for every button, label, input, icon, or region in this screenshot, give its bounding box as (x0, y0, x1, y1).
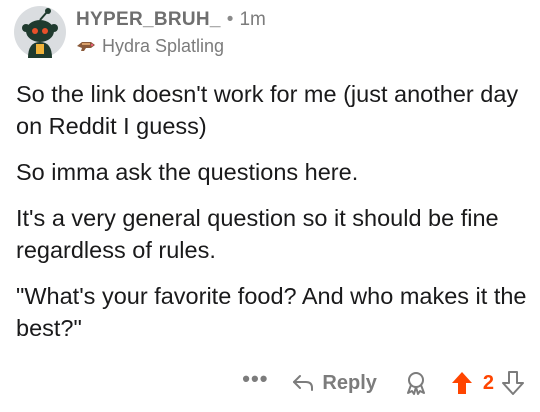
flair-text: Hydra Splatling (102, 36, 225, 56)
comment: HYPER_BRUH_ • 1m Hydra Splatling So the … (0, 0, 540, 412)
user-line: HYPER_BRUH_ • 1m (76, 8, 530, 32)
downvote-icon[interactable] (502, 371, 524, 395)
award-icon (406, 372, 425, 395)
comment-body: So the link doesn't work for me (just an… (16, 78, 530, 358)
more-options-button[interactable]: ••• (242, 368, 268, 397)
comment-actions: ••• Reply 2 (242, 368, 524, 398)
hydra-splatling-icon (77, 42, 95, 51)
comment-paragraph: "What's your favorite food? And who make… (16, 283, 527, 341)
award-button[interactable] (405, 371, 427, 395)
user-flair: Hydra Splatling (76, 35, 530, 57)
separator-dot: • (226, 9, 234, 30)
comment-paragraph: So the link doesn't work for me (just an… (16, 81, 519, 139)
vote-controls: 2 (451, 371, 524, 395)
upvote-icon[interactable] (451, 371, 473, 395)
comment-paragraph: It's a very general question so it shoul… (16, 205, 499, 263)
username[interactable]: HYPER_BRUH_ (76, 8, 221, 32)
avatar[interactable] (14, 6, 66, 58)
reply-icon (293, 375, 314, 391)
timestamp: 1m (239, 9, 266, 30)
comment-paragraph: So imma ask the questions here. (16, 159, 359, 185)
reply-label: Reply (322, 371, 377, 394)
comment-meta: HYPER_BRUH_ • 1m Hydra Splatling (76, 8, 530, 57)
reply-button[interactable]: Reply (292, 371, 377, 395)
vote-score: 2 (482, 371, 494, 394)
